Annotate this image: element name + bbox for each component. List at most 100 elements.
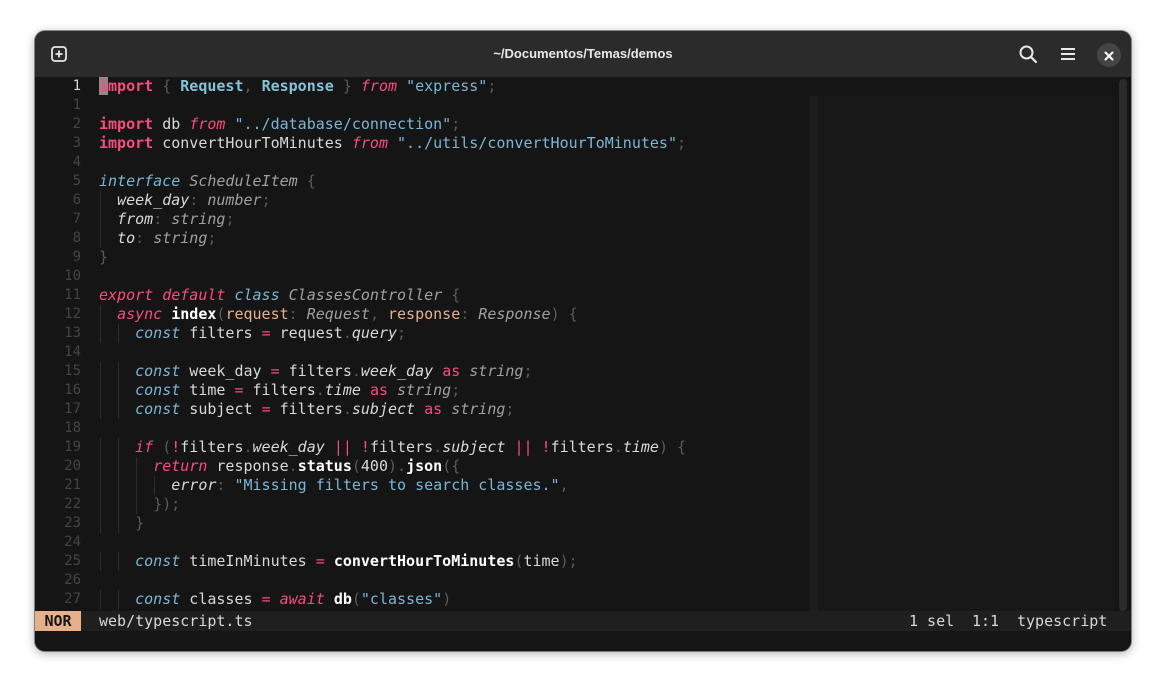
- code-token: time: [523, 552, 560, 570]
- line-number: 27: [64, 591, 81, 607]
- code-token: ;: [207, 229, 217, 247]
- code-token: ;: [261, 191, 271, 209]
- code-token: .: [243, 438, 253, 456]
- line-number: 13: [64, 325, 81, 341]
- code-token: filters: [369, 438, 434, 456]
- line-number: 1: [72, 97, 81, 113]
- code-token: !: [171, 438, 181, 456]
- empty-pane: [818, 96, 1115, 611]
- menu-button[interactable]: [1056, 42, 1080, 66]
- scrollbar-track[interactable]: [1119, 79, 1127, 611]
- code-area[interactable]: import { Request, Response } from "expre…: [99, 77, 811, 609]
- code-token: string: [153, 229, 208, 247]
- line-number: 7: [72, 211, 81, 227]
- code-token: number: [207, 191, 262, 209]
- code-token: 400: [360, 457, 388, 475]
- code-line: week_day: number;: [99, 191, 811, 210]
- code-token: classes: [180, 590, 262, 608]
- line-number: 4: [72, 154, 81, 170]
- code-token: "../database/connection": [234, 115, 452, 133]
- code-line: export default class ClassesController {: [99, 286, 811, 305]
- code-token: .: [351, 362, 361, 380]
- code-token: from: [360, 77, 398, 95]
- code-token: response: [207, 457, 289, 475]
- line-number: 26: [64, 572, 81, 588]
- code-line: error: "Missing filters to search classe…: [99, 476, 811, 495]
- close-icon: [1104, 46, 1114, 65]
- code-token: .: [613, 438, 623, 456]
- code-line: import { Request, Response } from "expre…: [99, 77, 811, 96]
- code-token: string: [171, 210, 226, 228]
- code-token: Request: [306, 305, 370, 323]
- code-token: await: [279, 590, 325, 608]
- search-icon: [1018, 44, 1038, 64]
- code-token: =: [261, 324, 271, 342]
- code-token: filters: [279, 362, 352, 380]
- code-token: filters: [243, 381, 316, 399]
- code-token: ) {: [658, 438, 687, 456]
- line-number: 16: [64, 382, 81, 398]
- code-token: ): [388, 457, 398, 475]
- code-token: (: [153, 438, 172, 456]
- code-token: import: [99, 115, 154, 133]
- code-token: =: [261, 590, 271, 608]
- code-token: ,: [559, 476, 569, 494]
- status-bar: NOR web/typescript.ts 1 sel 1:1 typescri…: [35, 611, 1131, 631]
- code-line: const classes = await db("classes"): [99, 590, 811, 609]
- code-token: ) {: [550, 305, 578, 323]
- code-token: ||: [333, 438, 352, 456]
- code-token: }: [135, 514, 145, 532]
- code-token: export: [99, 286, 154, 304]
- code-token: as: [442, 362, 461, 380]
- code-token: }: [333, 77, 361, 95]
- code-token: {: [442, 286, 461, 304]
- code-token: .: [342, 400, 352, 418]
- code-token: subject: [180, 400, 262, 418]
- code-line: const timeInMinutes = convertHourToMinut…: [99, 552, 811, 571]
- code-token: subject: [351, 400, 416, 418]
- search-button[interactable]: [1016, 42, 1040, 66]
- code-token: from: [117, 210, 154, 228]
- code-token: week_day: [117, 191, 190, 209]
- code-token: :: [288, 305, 307, 323]
- close-button[interactable]: [1097, 43, 1121, 67]
- code-token: :: [460, 305, 479, 323]
- line-number: 5: [72, 173, 81, 189]
- line-number: 1: [72, 78, 81, 94]
- line-number: 20: [64, 458, 81, 474]
- code-line: interface ScheduleItem {: [99, 172, 811, 191]
- code-token: db: [153, 115, 190, 133]
- code-line: const week_day = filters.week_day as str…: [99, 362, 811, 381]
- code-line: return response.status(400).json({: [99, 457, 811, 476]
- code-token: !: [541, 438, 551, 456]
- code-token: .: [315, 381, 325, 399]
- code-token: index: [171, 305, 217, 323]
- line-number: 8: [72, 230, 81, 246]
- code-token: as: [369, 381, 388, 399]
- code-token: ||: [514, 438, 533, 456]
- code-token: ;: [505, 400, 515, 418]
- code-token: if: [135, 438, 154, 456]
- code-token: );: [559, 552, 578, 570]
- code-token: "express": [406, 77, 488, 95]
- code-line: import convertHourToMinutes from "../uti…: [99, 134, 811, 153]
- code-token: ({: [442, 457, 461, 475]
- code-token: filters: [270, 400, 343, 418]
- code-line: const subject = filters.subject as strin…: [99, 400, 811, 419]
- command-line[interactable]: [35, 631, 1131, 651]
- code-editor[interactable]: 1 1 2 3 4 5 6 7 8 9 10 11 12 13 14 15 16 17 18 19 20 21 22 23 24…: [35, 77, 1131, 611]
- code-token: :: [135, 229, 154, 247]
- code-token: as: [424, 400, 443, 418]
- code-token: string: [469, 362, 524, 380]
